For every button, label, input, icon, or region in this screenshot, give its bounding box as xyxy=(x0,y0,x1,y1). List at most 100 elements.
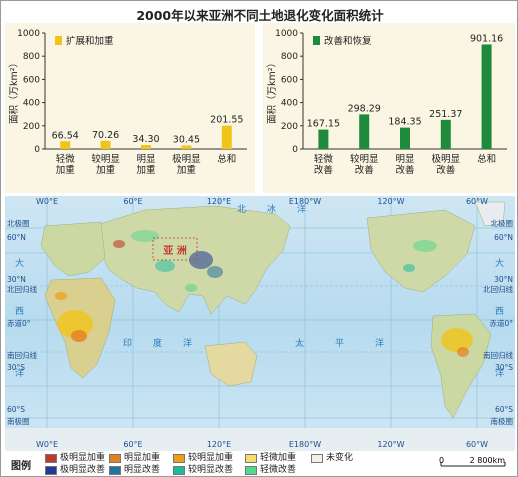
left-chart-category-label: 极明显 xyxy=(172,153,201,165)
right-chart-legend-swatch xyxy=(313,36,320,45)
left-chart-ytick-label: 800 xyxy=(23,52,40,62)
left-chart-category-label: 轻微 xyxy=(56,153,76,165)
scale-zero-label: 0 xyxy=(439,457,444,465)
lat-right-6: 南回归线 xyxy=(483,350,513,360)
lat-left-3: 30°N xyxy=(7,275,26,284)
lat-left-7: 30°S xyxy=(7,363,25,372)
legend-swatch xyxy=(311,454,323,463)
left-chart-legend-label: 扩展和加重 xyxy=(66,35,114,47)
chart-improvement-panel: 0 200 400 600 800 1000 面积（万km²） 改善和恢复 167.15 轻微 改善… xyxy=(263,23,515,193)
lon-bottom-5: 120°W xyxy=(377,440,404,449)
ocean-label-indian-3: 洋 xyxy=(183,337,192,349)
lat-left-2: 60°N xyxy=(7,233,26,242)
ocean-label-atl-right-2: 西 xyxy=(495,306,504,317)
left-chart-category-label: 加重 xyxy=(96,164,116,176)
left-chart-y-axis-label: 面积（万km²） xyxy=(8,58,20,124)
lat-right-3: 30°N xyxy=(494,275,513,284)
right-chart-category-label: 总和 xyxy=(477,153,496,165)
ocean-label-indian-1: 印 xyxy=(123,337,132,349)
lon-top-5: 120°W xyxy=(377,197,404,206)
left-chart-category-label: 总和 xyxy=(217,153,236,165)
legend-title: 图例 xyxy=(11,461,31,472)
left-chart-bar-value-label: 66.54 xyxy=(52,130,79,141)
right-chart-ytick-label: 800 xyxy=(281,52,298,62)
left-chart-category-label: 加重 xyxy=(177,164,197,176)
legend-swatch xyxy=(173,454,185,463)
figure-title: 2000年以来亚洲不同土地退化变化面积统计 xyxy=(136,8,384,23)
ocean-label-pacific-1: 太 xyxy=(295,337,304,349)
right-chart-category-label: 改善 xyxy=(436,164,456,176)
lon-bottom-4: E180°W xyxy=(289,440,321,449)
ocean-label-atl-left-2: 西 xyxy=(15,306,24,317)
lon-top-2: 60°E xyxy=(123,197,142,206)
legend-item-label: 未变化 xyxy=(326,453,354,463)
lat-left-4: 北回归线 xyxy=(7,284,37,294)
right-chart-category-label: 极明显 xyxy=(432,153,461,165)
figure-frame: 2000年以来亚洲不同土地退化变化面积统计 0 200 400 600 800 1000 面… xyxy=(0,0,518,477)
left-chart-ytick-label: 400 xyxy=(23,99,40,109)
right-chart-ytick-label: 600 xyxy=(281,75,298,85)
left-chart-bar xyxy=(181,145,192,149)
lat-right-7: 30°S xyxy=(495,363,513,372)
right-chart-ytick-label: 0 xyxy=(292,145,298,155)
right-chart-bar xyxy=(400,127,410,149)
right-chart-bar xyxy=(481,44,492,149)
left-chart-category-label: 加重 xyxy=(56,164,76,176)
left-chart-ytick-label: 1000 xyxy=(17,29,40,39)
right-chart-category-label: 轻微 xyxy=(314,153,334,165)
ocean-label-atl-right-1: 大 xyxy=(495,257,504,269)
right-chart-bar-value-label: 184.35 xyxy=(388,117,421,128)
scale-bar: 0 2 800km xyxy=(439,456,509,469)
right-chart-category-label: 改善 xyxy=(314,164,334,176)
legend-swatch xyxy=(45,466,57,475)
scale-bar-line: 0 2 800km xyxy=(439,456,506,467)
right-chart-bar xyxy=(318,129,329,149)
world-map-svg: 亚 洲 北 冰 洋 印 度 洋 太 平 洋 大 西 洋 大 西 洋 W0°E 6… xyxy=(5,196,515,451)
ocean-label-arctic-1: 北 xyxy=(237,204,246,215)
left-chart-bar-value-label: 34.30 xyxy=(132,134,159,145)
left-chart-bar xyxy=(221,125,232,149)
lon-top-4: E180°W xyxy=(289,197,321,206)
right-chart-bar-value-label: 901.16 xyxy=(470,33,503,44)
left-chart-bar xyxy=(60,141,71,149)
lat-right-2: 60°N xyxy=(494,233,513,242)
right-chart-category-label: 改善 xyxy=(355,164,375,176)
legend-item: 轻微改善 xyxy=(245,465,296,476)
lat-right-4: 北回归线 xyxy=(483,284,513,294)
legend-swatch xyxy=(245,466,257,475)
right-chart-bar-value-label: 251.37 xyxy=(429,109,462,120)
right-chart-bar-value-label: 167.15 xyxy=(307,119,340,130)
ocean-label-pacific-3: 洋 xyxy=(375,337,384,349)
legend-item-label: 较明显改善 xyxy=(188,465,234,475)
lat-right-5: 赤道0° xyxy=(489,318,513,328)
left-chart-ytick-label: 0 xyxy=(34,145,40,155)
left-chart-ytick-label: 600 xyxy=(23,75,40,85)
asia-label: 亚 洲 xyxy=(163,245,186,257)
lon-top-3: 120°E xyxy=(207,197,231,206)
ocean-label-indian-2: 度 xyxy=(153,337,162,349)
legend-item-label: 明显加重 xyxy=(124,453,161,463)
antarctica-landmass xyxy=(5,428,515,451)
left-chart-category-label: 明显 xyxy=(136,154,156,165)
ocean-label-arctic-2: 冰 xyxy=(267,203,276,215)
map-legend: 图例 极明显加重 明显加重 较明显加重 轻微加重 未变化 极明显改善 明显改善 较明显改善 轻微… xyxy=(5,453,515,477)
right-chart-bar xyxy=(440,119,451,149)
left-chart-bar-value-label: 201.55 xyxy=(210,115,243,126)
legend-item-label: 明显改善 xyxy=(124,465,161,475)
lat-left-8: 60°S xyxy=(7,405,25,414)
left-chart-bar-value-label: 30.45 xyxy=(173,134,200,145)
legend-item-label: 较明显加重 xyxy=(188,453,234,463)
legend-item-label: 轻微改善 xyxy=(260,465,297,475)
ocean-label-pacific-2: 平 xyxy=(335,338,344,349)
left-chart-bar-value-label: 70.26 xyxy=(92,130,119,141)
legend-item: 明显改善 xyxy=(109,465,160,476)
right-chart-ytick-label: 200 xyxy=(281,122,298,132)
left-chart-bar xyxy=(100,140,111,149)
world-map: 亚 洲 北 冰 洋 印 度 洋 太 平 洋 大 西 洋 大 西 洋 W0°E 6… xyxy=(5,196,515,451)
left-chart-category-label: 较明显 xyxy=(91,153,120,165)
legend-item: 较明显改善 xyxy=(173,465,233,476)
left-chart-ytick-label: 200 xyxy=(23,122,40,132)
lat-left-1: 北极圈 xyxy=(7,218,30,228)
legend-item-label: 极明显改善 xyxy=(60,465,106,475)
chart-expansion-panel: 0 200 400 600 800 1000 面积（万km²） 扩展和加重 66.54 轻微 加重 7… xyxy=(5,23,255,193)
